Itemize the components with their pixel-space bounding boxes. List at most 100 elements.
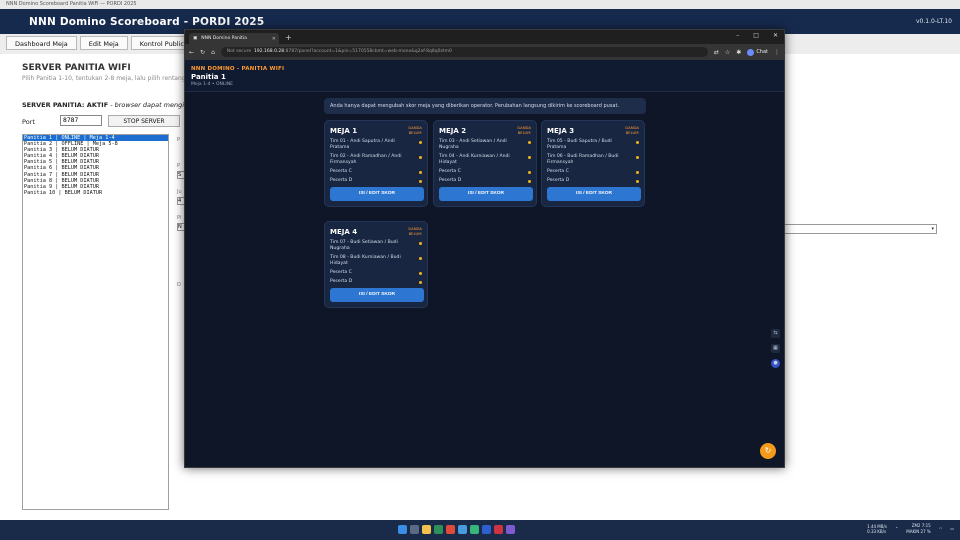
app-icon[interactable] — [494, 525, 503, 534]
home-icon[interactable]: ⌂ — [211, 49, 215, 56]
app-icon[interactable] — [446, 525, 455, 534]
status-dot-icon — [636, 155, 639, 159]
menu-icon[interactable]: ⋮ — [774, 49, 780, 56]
panitia-list[interactable]: Panitia 1 | ONLINE | Meja 1-4 Panitia 2 … — [22, 134, 169, 510]
player-name: Peserta D — [330, 178, 353, 183]
profile-avatar — [747, 48, 755, 56]
mode-dropdown[interactable]: ▾ — [784, 224, 937, 234]
meja-card: MEJA 2 GANDA BELUM Tim 03 - Andi Setiawan… — [433, 120, 537, 207]
player-row: Tim 06 - Budi Ramadhan / Budi Firmansyah — [547, 154, 639, 166]
tab-dashboard-meja[interactable]: Dashboard Meja — [6, 36, 77, 50]
notification-icon[interactable]: ▭ — [950, 526, 954, 531]
address-bar[interactable]: Not secure 192.168.0.28:8787/panel?accou… — [220, 47, 708, 57]
edit-score-button[interactable]: ISI / EDIT SKOR — [330, 187, 424, 201]
stop-server-button[interactable]: STOP SERVER — [108, 115, 180, 127]
translate-icon[interactable]: ⇄ — [714, 49, 719, 56]
file-explorer-icon[interactable] — [422, 525, 431, 534]
player-name: Peserta D — [547, 178, 570, 183]
star-icon[interactable]: ☆ — [725, 49, 730, 56]
favicon-icon: ▣ — [193, 36, 198, 41]
chat-label: Chat — [756, 49, 768, 55]
status-badge: GANDA BELUM — [408, 226, 422, 236]
page-title: Panitia 1 — [191, 73, 226, 81]
app-icon[interactable] — [434, 525, 443, 534]
net-down: 0.33 KB/s — [867, 528, 887, 534]
maximize-icon[interactable]: □ — [753, 32, 759, 39]
app-version: v0.1.0-LT.10 — [916, 18, 952, 25]
player-name: Peserta C — [330, 169, 352, 174]
player-name: Peserta C — [547, 169, 569, 174]
player-name: Tim 04 - Andi Kurniawan / Andi Hidayat — [439, 154, 510, 165]
section-subtitle: Pilih Panitia 1-10, tentukan 2-8 meja, l… — [22, 75, 194, 82]
app-icon[interactable] — [482, 525, 491, 534]
search-icon[interactable] — [410, 525, 419, 534]
player-row: Tim 04 - Andi Kurniawan / Andi Hidayat — [439, 154, 531, 166]
translate-side-icon[interactable]: ⇆ — [771, 329, 780, 338]
assistant-side-icon[interactable]: ● — [771, 359, 780, 368]
network-speed: 1.44 MB/s 0.33 KB/s — [867, 524, 887, 534]
chat-button[interactable]: Chat — [747, 48, 768, 56]
url-path: :8787/panel?account=1&pin=5170558cbmt=we… — [284, 49, 452, 54]
player-row: Peserta D — [439, 178, 531, 184]
partial-label: D — [177, 282, 181, 288]
edit-score-button[interactable]: ISI / EDIT SKOR — [330, 288, 424, 302]
minimize-icon[interactable]: – — [736, 32, 739, 39]
windows-start-icon[interactable] — [398, 525, 407, 534]
notice-banner: Anda hanya dapat mengubah skor meja yang… — [324, 98, 646, 114]
player-name: Tim 02 - Andi Ramadhan / Andi Firmansyah — [330, 154, 402, 165]
player-row: Peserta C — [330, 169, 422, 175]
app-icon[interactable] — [506, 525, 515, 534]
wifi-icon[interactable]: ◠ — [939, 526, 943, 531]
status-badge: GANDA BELUM — [408, 125, 422, 135]
app-titlebar: NNN Domino Scoreboard Panitia WiFi — POR… — [0, 0, 960, 9]
card-header: MEJA 4 GANDA BELUM — [330, 226, 422, 236]
player-row: Tim 07 - Budi Setiawan / Budi Nugraha — [330, 240, 422, 252]
card-title: MEJA 2 — [439, 127, 467, 135]
server-status-rest: - browser dapat menging — [108, 101, 193, 109]
browser-tab[interactable]: ▣ NNN Domino Panitia ✕ — [189, 33, 279, 44]
browser-icon[interactable] — [458, 525, 467, 534]
app-icon[interactable] — [470, 525, 479, 534]
window-controls: – □ ✕ — [736, 32, 778, 39]
page-header: NNN DOMINO - PANITIA WIFI Panitia 1 Meja… — [185, 60, 784, 92]
chevron-up-icon[interactable]: ⌃ — [895, 526, 898, 531]
extensions-icon[interactable]: ✱ — [736, 49, 741, 56]
player-name: Tim 01 - Andi Saputra / Andi Pratama — [330, 139, 395, 150]
player-row: Tim 02 - Andi Ramadhan / Andi Firmansyah — [330, 154, 422, 166]
status-dot-icon — [419, 241, 422, 245]
port-label: Port — [22, 118, 35, 126]
edit-score-button[interactable]: ISI / EDIT SKOR — [547, 187, 641, 201]
grid-side-icon[interactable]: ▦ — [771, 344, 780, 353]
player-name: Peserta D — [330, 279, 353, 284]
back-icon[interactable]: ← — [189, 49, 194, 56]
tab-edit-meja[interactable]: Edit Meja — [79, 36, 128, 50]
edit-score-button[interactable]: ISI / EDIT SKOR — [439, 187, 533, 201]
close-tab-icon[interactable]: ✕ — [272, 36, 276, 42]
app-title: NNN Domino Scoreboard - PORDI 2025 — [29, 15, 265, 28]
player-row: Peserta D — [330, 178, 422, 184]
player-name: Tim 05 - Budi Saputra / Budi Pratama — [547, 139, 612, 150]
panitia-list-item[interactable]: Panitia 10 | BELUM DIATUR — [23, 190, 168, 196]
clock[interactable]: ZM2 7:15 MAKIN 27 % — [906, 523, 930, 534]
card-title: MEJA 4 — [330, 228, 358, 236]
taskbar: 1.44 MB/s 0.33 KB/s ⌃ ZM2 7:15 MAKIN 27 … — [0, 520, 960, 540]
player-row: Tim 08 - Budi Kurniawan / Budi Hidayat — [330, 255, 422, 267]
meja-card: MEJA 1 GANDA BELUM Tim 01 - Andi Saputra … — [324, 120, 428, 207]
close-icon[interactable]: ✕ — [773, 32, 778, 39]
reload-icon[interactable]: ↻ — [200, 49, 205, 56]
status-dot-icon — [419, 155, 422, 159]
partial-label: Pi — [177, 215, 182, 221]
refresh-fab-icon[interactable]: ↻ — [760, 443, 776, 459]
browser-tab-title: NNN Domino Panitia — [201, 36, 247, 41]
status-dot-icon — [528, 140, 531, 144]
new-tab-icon[interactable]: + — [285, 33, 292, 42]
browser-toolbar: ← ↻ ⌂ Not secure 192.168.0.28:8787/panel… — [185, 44, 784, 60]
status-dot-icon — [419, 170, 422, 174]
player-row: Peserta D — [547, 178, 639, 184]
badge-line: BELUM — [625, 129, 639, 135]
card-header: MEJA 3 GANDA BELUM — [547, 125, 639, 135]
clock-date: MAKIN 27 % — [906, 528, 931, 534]
status-dot-icon — [636, 179, 639, 183]
port-input[interactable]: 8787 — [60, 115, 102, 126]
player-name: Tim 08 - Budi Kurniawan / Budi Hidayat — [330, 255, 401, 266]
